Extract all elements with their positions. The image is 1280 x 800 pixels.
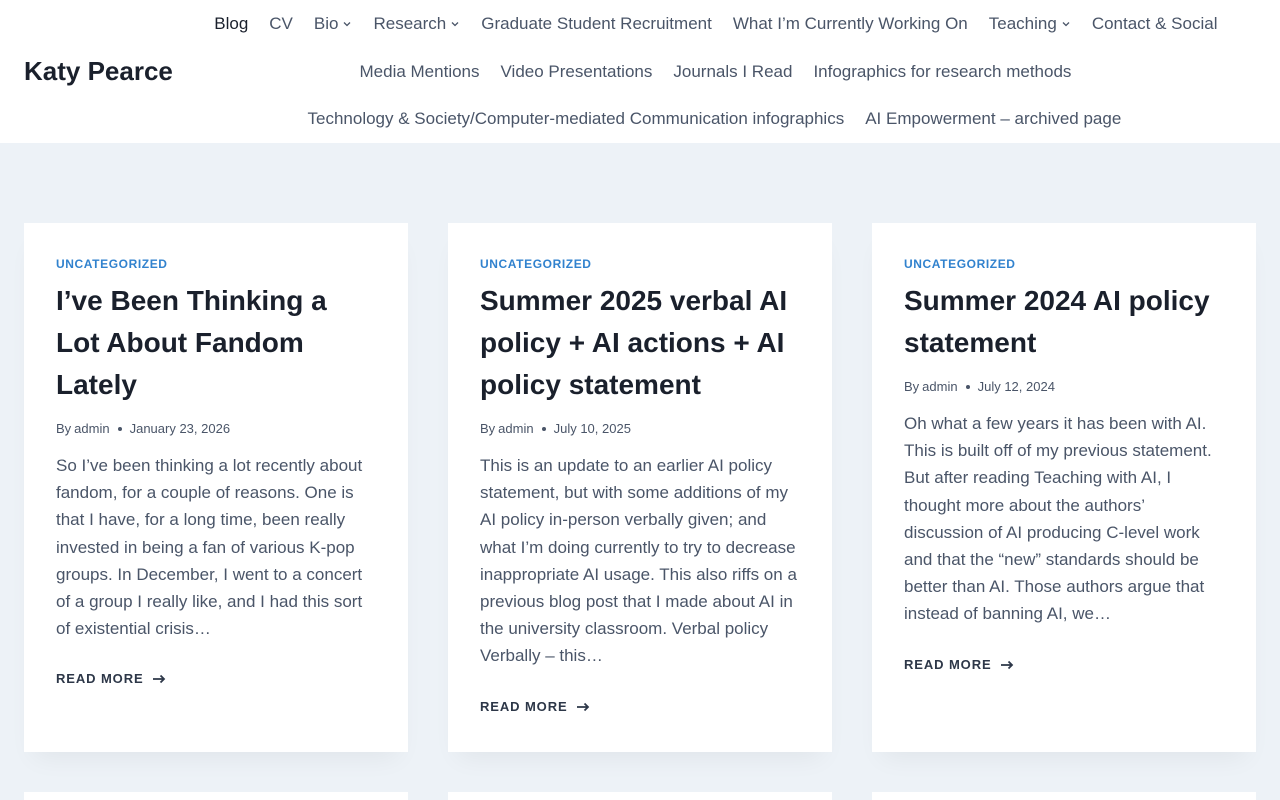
nav-item-label: Bio <box>313 14 339 33</box>
nav-item-label: Blog <box>214 14 249 33</box>
post-card-content: Uncategorized Summer 2025 verbal AI poli… <box>480 256 802 716</box>
nav-item-label: Teaching <box>988 14 1057 33</box>
post-meta: By admin July 12, 2024 <box>904 378 1226 396</box>
nav-item-teaching[interactable]: Teaching <box>978 0 1081 47</box>
chevron-down-icon <box>1061 19 1071 29</box>
post-by-label: By <box>56 421 72 436</box>
post-meta: By admin January 23, 2026 <box>56 420 378 438</box>
post-card: Uncategorized Summer 2024 AI policy stat… <box>872 223 1256 752</box>
post-category-link[interactable]: Uncategorized <box>480 256 802 272</box>
nav-item-technology-society-infographics[interactable]: Technology & Society/Computer-mediated C… <box>297 95 855 142</box>
nav-item-label: Video Presentations <box>500 62 653 81</box>
nav-item-contact-social[interactable]: Contact & Social <box>1081 0 1228 47</box>
read-more-label: Read More <box>56 671 144 687</box>
nav-item-ai-empowerment-archived[interactable]: AI Empowerment – archived page <box>855 95 1132 142</box>
post-date: January 23, 2026 <box>129 421 231 436</box>
nav-item-label: Infographics for research methods <box>813 62 1072 81</box>
nav-item-label: Research <box>373 14 447 33</box>
site-title[interactable]: Katy Pearce <box>24 55 173 87</box>
read-more-label: Read More <box>480 698 568 714</box>
post-author-link[interactable]: admin <box>498 420 533 438</box>
read-more-link[interactable]: Read More <box>904 656 1226 674</box>
arrow-right-icon <box>576 702 590 712</box>
nav-item-label: CV <box>269 14 293 33</box>
post-by-label: By <box>904 379 920 394</box>
post-excerpt: So I’ve been thinking a lot recently abo… <box>56 456 363 639</box>
post-title[interactable]: Summer 2025 verbal AI policy + AI action… <box>480 280 802 406</box>
post-card <box>24 792 408 800</box>
post-card <box>448 792 832 800</box>
nav-item-cv[interactable]: CV <box>259 0 304 47</box>
arrow-right-icon <box>1000 660 1014 670</box>
meta-separator-dot <box>541 427 546 431</box>
arrow-right-icon <box>152 674 166 684</box>
post-card: Uncategorized I’ve Been Thinking a Lot A… <box>24 223 408 752</box>
chevron-down-icon <box>342 19 352 29</box>
nav-item-bio[interactable]: Bio <box>303 0 363 47</box>
post-meta: By admin July 10, 2025 <box>480 420 802 438</box>
post-author-link[interactable]: admin <box>74 420 109 438</box>
post-card <box>872 792 1256 800</box>
post-by-label: By <box>480 421 496 436</box>
nav-item-label: AI Empowerment – archived page <box>865 109 1122 128</box>
post-excerpt: This is an update to an earlier AI polic… <box>480 456 797 666</box>
nav-item-media-mentions[interactable]: Media Mentions <box>349 48 490 95</box>
post-title[interactable]: I’ve Been Thinking a Lot About Fandom La… <box>56 280 378 406</box>
nav-item-research[interactable]: Research <box>363 0 471 47</box>
nav-item-graduate-student-recruitment[interactable]: Graduate Student Recruitment <box>471 0 723 47</box>
post-date: July 10, 2025 <box>553 421 631 436</box>
primary-nav-row-2: Media Mentions Video Presentations Journ… <box>349 48 1082 95</box>
nav-item-video-presentations[interactable]: Video Presentations <box>490 48 663 95</box>
post-title[interactable]: Summer 2024 AI policy statement <box>904 280 1226 364</box>
nav-item-label: Technology & Society/Computer-mediated C… <box>307 109 845 128</box>
primary-nav-row-1: Blog CV Bio Research Graduate Student Re… <box>204 0 1228 47</box>
post-excerpt: Oh what a few years it has been with AI.… <box>904 414 1212 624</box>
read-more-link[interactable]: Read More <box>56 670 378 688</box>
read-more-link[interactable]: Read More <box>480 698 802 716</box>
nav-item-currently-working-on[interactable]: What I’m Currently Working On <box>722 0 978 47</box>
primary-nav-row-3: Technology & Society/Computer-mediated C… <box>297 95 1132 142</box>
read-more-label: Read More <box>904 656 992 672</box>
post-card-content: Uncategorized Summer 2024 AI policy stat… <box>904 256 1226 674</box>
post-card-content: Uncategorized I’ve Been Thinking a Lot A… <box>56 256 378 688</box>
meta-separator-dot <box>117 427 122 431</box>
nav-item-label: What I’m Currently Working On <box>732 14 968 33</box>
meta-separator-dot <box>965 385 970 389</box>
post-category-link[interactable]: Uncategorized <box>56 256 378 272</box>
post-author-link[interactable]: admin <box>922 378 957 396</box>
nav-item-label: Media Mentions <box>359 62 480 81</box>
nav-item-infographics-research-methods[interactable]: Infographics for research methods <box>803 48 1082 95</box>
post-category-link[interactable]: Uncategorized <box>904 256 1226 272</box>
nav-item-label: Graduate Student Recruitment <box>481 14 712 33</box>
nav-item-journals-i-read[interactable]: Journals I Read <box>663 48 803 95</box>
nav-item-label: Contact & Social <box>1091 14 1218 33</box>
nav-item-label: Journals I Read <box>673 62 793 81</box>
site-header: Katy Pearce Blog CV Bio Research Graduat… <box>0 0 1280 143</box>
post-date: July 12, 2024 <box>977 379 1055 394</box>
post-card: Uncategorized Summer 2025 verbal AI poli… <box>448 223 832 752</box>
chevron-down-icon <box>450 19 460 29</box>
nav-item-blog[interactable]: Blog <box>204 0 259 47</box>
